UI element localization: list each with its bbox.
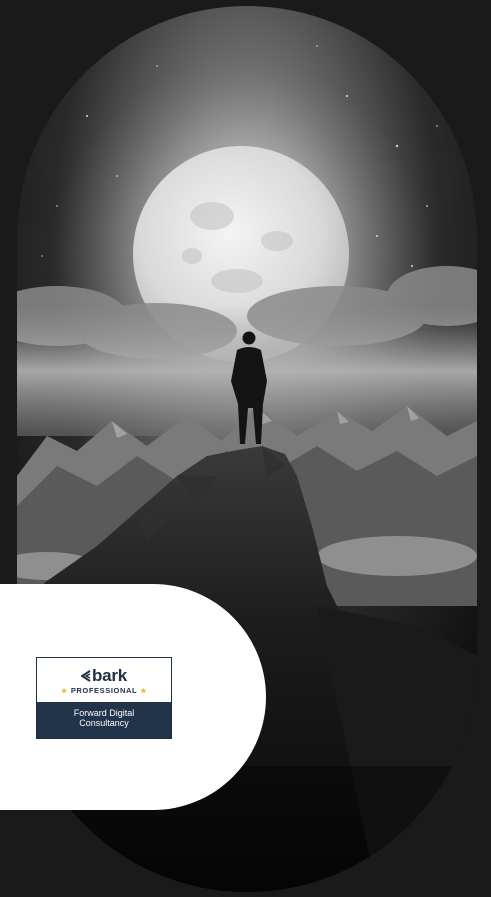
badge-subtitle-row: ★ PROFESSIONAL ★ xyxy=(37,686,171,695)
badge-subtitle: PROFESSIONAL xyxy=(70,686,138,695)
white-card: bark ★ PROFESSIONAL ★ Forward Digital Co… xyxy=(0,584,266,810)
star-icon: ★ xyxy=(140,687,148,695)
bark-professional-badge[interactable]: bark ★ PROFESSIONAL ★ Forward Digital Co… xyxy=(36,657,172,739)
business-name-line1: Forward Digital xyxy=(73,708,135,718)
badge-business-name: Forward Digital Consultancy xyxy=(37,702,171,738)
business-name-line2: Consultancy xyxy=(79,718,129,728)
bark-logo-icon xyxy=(80,669,91,682)
bark-logo-text: bark xyxy=(91,666,128,685)
bark-logo: bark xyxy=(37,658,171,684)
badge-header: bark ★ PROFESSIONAL ★ xyxy=(37,658,171,702)
star-icon: ★ xyxy=(60,687,68,695)
